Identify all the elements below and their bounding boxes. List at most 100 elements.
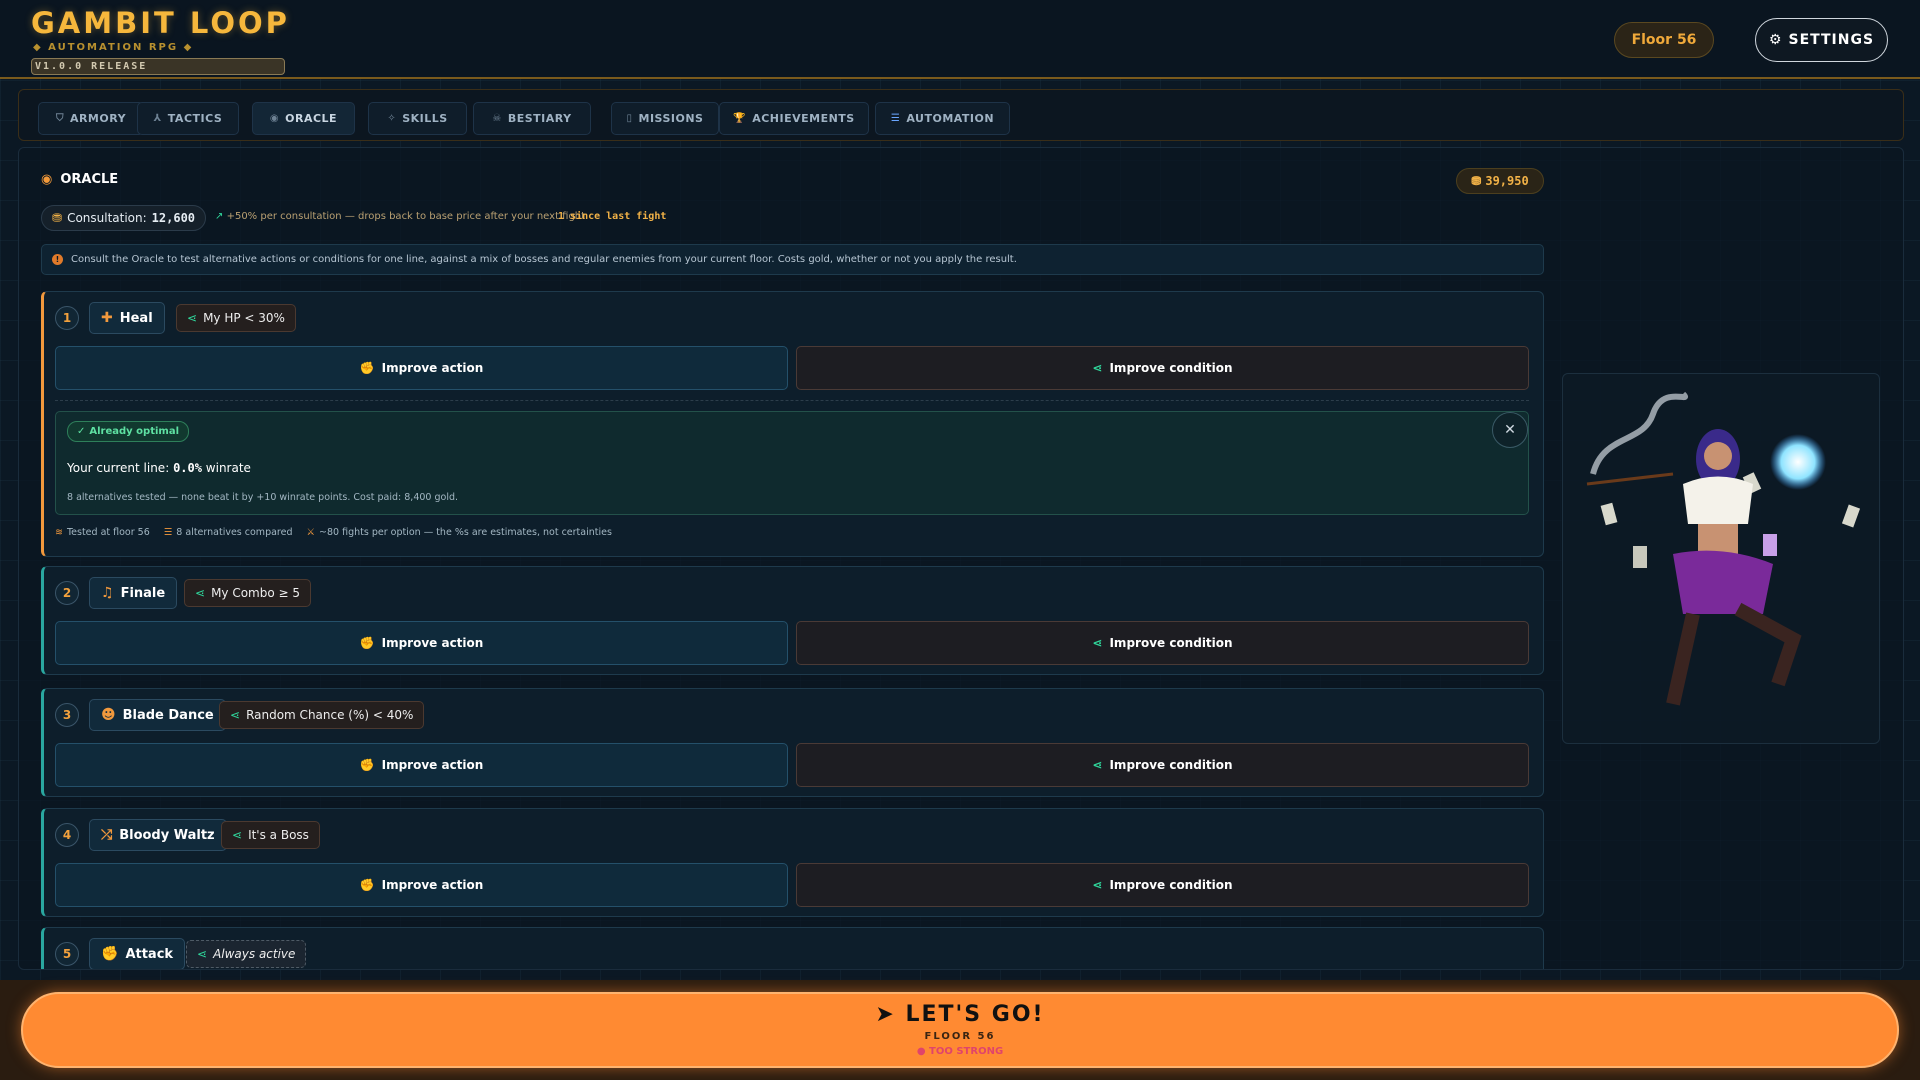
status-badge: ✓ Already optimal [67, 421, 190, 442]
condition-icon: ⋖ [1092, 878, 1103, 892]
sparkle-icon: ✧ [387, 113, 397, 124]
go-label: LET'S GO! [905, 1002, 1045, 1027]
result-meta: ≋ Tested at floor 56 ☰ 8 alternatives comp… [55, 527, 612, 538]
list-icon: ☰ [163, 527, 173, 538]
improve-condition-button[interactable]: ⋖ Improve condition [796, 346, 1529, 390]
line-action[interactable]: ♫ Finale [89, 577, 178, 609]
oracle-portrait [1562, 373, 1880, 744]
sliders-icon: ☰ [890, 113, 901, 124]
line-number: 2 [55, 581, 79, 605]
scroll-icon: ▯ [626, 113, 633, 124]
condition-label: Random Chance (%) < 40% [246, 708, 414, 722]
tab-label: TACTICS [167, 112, 223, 125]
condition-label: My HP < 30% [203, 311, 285, 325]
improve-condition-label: Improve condition [1109, 636, 1233, 650]
current-value: 0.0% [173, 461, 202, 475]
eye-icon: ◉ [41, 172, 53, 187]
gear-icon: ⚙ [1768, 32, 1783, 48]
floor-indicator: Floor 56 [1614, 22, 1714, 58]
line-condition[interactable]: ⋖ Always active [186, 940, 307, 968]
line-action[interactable]: ✚ Heal [89, 302, 165, 334]
condition-icon: ⋖ [187, 311, 198, 325]
swords-icon: ⚔ [306, 527, 316, 538]
app-header: GAMBIT LOOP ◆ AUTOMATION RPG ◆ V1.0.0 RE… [0, 0, 1920, 79]
section-title: ◉ ORACLE [41, 172, 118, 187]
main-nav: ⛉ ARMORY ⅄ TACTICS ◉ ORACLE ✧ SKILLS ☠ B… [18, 89, 1904, 141]
settings-label: SETTINGS [1788, 32, 1875, 48]
fist-icon: ✊ [359, 758, 375, 772]
condition-icon: ⋖ [1092, 758, 1103, 772]
consultations-since: 1 since last fight [558, 211, 667, 222]
meta-floor-text: Tested at floor 56 [66, 527, 150, 538]
improve-condition-label: Improve condition [1109, 361, 1233, 375]
line-condition[interactable]: ⋖ My HP < 30% [176, 304, 296, 332]
warning-label: TOO STRONG [929, 1046, 1004, 1057]
current-suffix: winrate [205, 461, 251, 475]
tab-automation[interactable]: ☰ AUTOMATION [875, 102, 1010, 135]
tab-missions[interactable]: ▯ MISSIONS [611, 102, 719, 135]
line-condition[interactable]: ⋖ Random Chance (%) < 40% [219, 701, 425, 729]
tab-oracle[interactable]: ◉ ORACLE [252, 102, 355, 135]
meta-fights: ⚔ ~80 fights per option — the %s are esti… [307, 527, 612, 538]
improve-action-button[interactable]: ✊ Improve action [55, 621, 788, 665]
improve-condition-button[interactable]: ⋖ Improve condition [796, 743, 1529, 787]
version-badge: V1.0.0 RELEASE [31, 58, 285, 75]
meta-alts-text: 8 alternatives compared [176, 527, 293, 538]
condition-label: Always active [213, 947, 296, 961]
condition-icon: ⋖ [1092, 636, 1103, 650]
fist-icon: ✊ [359, 361, 375, 375]
tab-tactics[interactable]: ⅄ TACTICS [137, 102, 239, 135]
fist-icon: ✊ [359, 636, 375, 650]
fist-icon: ✊ [359, 878, 375, 892]
settings-button[interactable]: ⚙ SETTINGS [1755, 18, 1888, 62]
gold-value: 39,950 [1485, 174, 1529, 188]
coins-icon: ⛃ [52, 211, 63, 225]
medkit-icon: ✚ [101, 310, 113, 326]
tab-bestiary[interactable]: ☠ BESTIARY [473, 102, 591, 135]
condition-icon: ⋖ [195, 586, 206, 600]
tab-armory[interactable]: ⛉ ARMORY [38, 102, 144, 135]
fist-icon: ✊ [101, 946, 119, 962]
section-title-label: ORACLE [60, 172, 119, 187]
branch-icon: ⅄ [153, 113, 162, 124]
result-note: 8 alternatives tested — none beat it by … [67, 492, 459, 503]
action-label: Attack [125, 946, 174, 962]
trend-up-icon: ↗ [215, 211, 224, 222]
tab-label: SKILLS [402, 112, 448, 125]
gambit-line-1: 1 ✚ Heal ⋖ My HP < 30% ✊ Improve action … [41, 291, 1544, 557]
improve-condition-button[interactable]: ⋖ Improve condition [796, 863, 1529, 907]
app-subtitle: ◆ AUTOMATION RPG ◆ [33, 42, 194, 53]
line-action[interactable]: ☻ Blade Dance [89, 699, 226, 731]
improve-action-button[interactable]: ✊ Improve action [55, 743, 788, 787]
status-badge-label: Already optimal [89, 426, 180, 437]
tab-label: ORACLE [285, 112, 338, 125]
lets-go-button[interactable]: ➤ LET'S GO! FLOOR 56 ● TOO STRONG [21, 992, 1899, 1068]
tab-label: BESTIARY [507, 112, 572, 125]
meta-alts: ☰ 8 alternatives compared [164, 527, 293, 538]
line-number: 4 [55, 823, 79, 847]
current-label: Your current line: [67, 461, 170, 475]
improve-action-button[interactable]: ✊ Improve action [55, 863, 788, 907]
improve-action-button[interactable]: ✊ Improve action [55, 346, 788, 390]
info-icon: ! [52, 254, 63, 265]
info-banner: ! Consult the Oracle to test alternative… [41, 244, 1544, 275]
tab-achievements[interactable]: 🏆 ACHIEVEMENTS [719, 102, 869, 135]
oracle-result: ✓ Already optimal Your current line: 0.0… [55, 411, 1529, 515]
improve-condition-button[interactable]: ⋖ Improve condition [796, 621, 1529, 665]
condition-icon: ⋖ [1092, 361, 1103, 375]
send-icon: ➤ [875, 1002, 896, 1027]
improve-action-label: Improve action [381, 361, 484, 375]
tab-skills[interactable]: ✧ SKILLS [368, 102, 467, 135]
consultation-value: 12,600 [151, 211, 196, 225]
oracle-panel: ◉ ORACLE ⛃ 39,950 ⛃ Consultation: 12,600… [18, 147, 1904, 970]
line-action[interactable]: ✊ Attack [89, 938, 186, 969]
close-result-button[interactable]: ✕ [1492, 412, 1528, 448]
music-icon: ♫ [101, 585, 114, 601]
condition-label: My Combo ≥ 5 [211, 586, 301, 600]
line-condition[interactable]: ⋖ My Combo ≥ 5 [184, 579, 312, 607]
condition-icon: ⋖ [197, 947, 208, 961]
divider [55, 400, 1529, 401]
line-condition[interactable]: ⋖ It's a Boss [221, 821, 320, 849]
gambit-line-5: 5 ✊ Attack ⋖ Always active [41, 927, 1544, 969]
line-action[interactable]: ⤮ Bloody Waltz [89, 819, 227, 851]
